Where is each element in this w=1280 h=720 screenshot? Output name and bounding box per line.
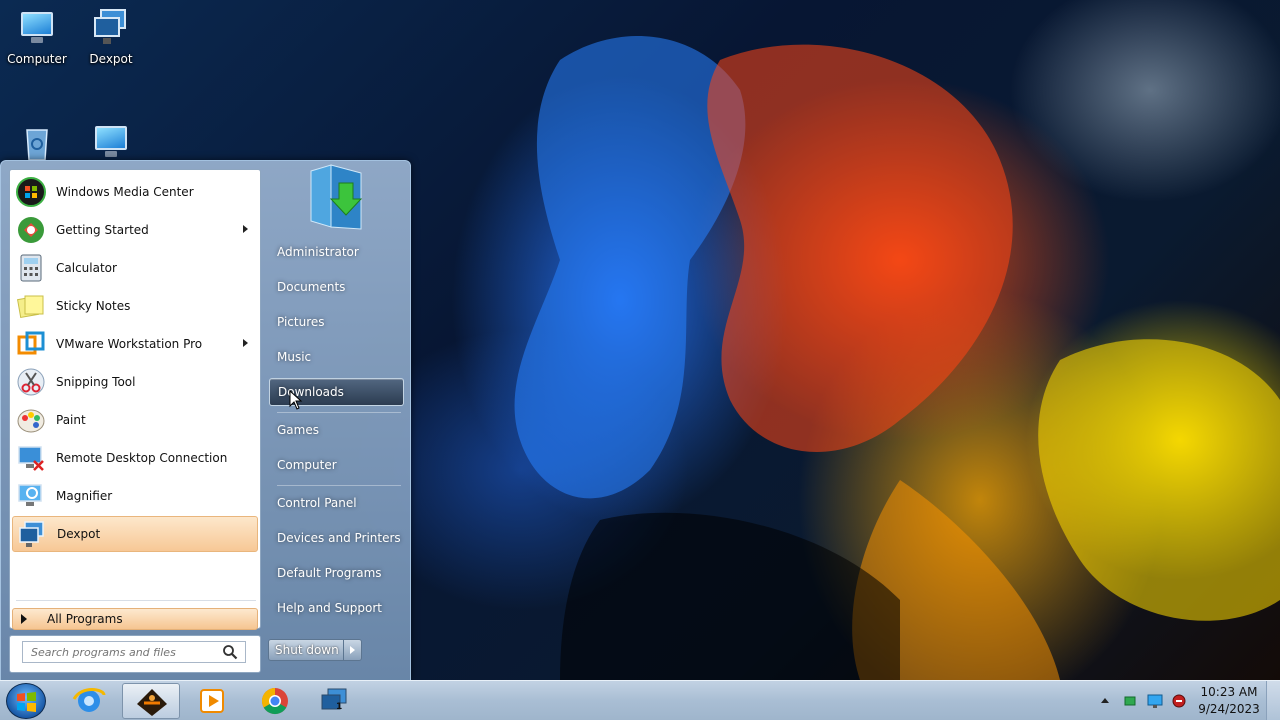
- shutdown-label: Shut down: [275, 643, 339, 657]
- start-button[interactable]: [6, 683, 46, 719]
- right-item-control-panel[interactable]: Control Panel: [269, 489, 404, 517]
- desktop-number-badge: 1: [336, 702, 343, 712]
- right-item-label: Devices and Printers: [277, 531, 401, 545]
- right-item-label: Computer: [277, 458, 337, 472]
- sticky-notes-icon: [16, 291, 46, 321]
- right-item-label: Help and Support: [277, 601, 382, 615]
- menu-separator: [277, 485, 401, 486]
- right-item-help-and-support[interactable]: Help and Support: [269, 594, 404, 622]
- program-label: Snipping Tool: [56, 375, 136, 389]
- right-item-devices-and-printers[interactable]: Devices and Printers: [269, 524, 404, 552]
- right-item-pictures[interactable]: Pictures: [269, 308, 404, 336]
- right-item-default-programs[interactable]: Default Programs: [269, 559, 404, 587]
- right-item-computer[interactable]: Computer: [269, 451, 404, 479]
- taskbar-media-player[interactable]: [184, 683, 242, 719]
- right-item-label: Pictures: [277, 315, 325, 329]
- clock-date[interactable]: 9/24/2023: [1194, 702, 1264, 716]
- program-label: Sticky Notes: [56, 299, 131, 313]
- internet-explorer-icon: [72, 688, 106, 712]
- computer-icon: [15, 8, 59, 48]
- program-label: VMware Workstation Pro: [56, 337, 203, 351]
- app-icon: [137, 689, 167, 716]
- right-item-documents[interactable]: Documents: [269, 273, 404, 301]
- desktop-icon-dexpot[interactable]: Dexpot: [75, 8, 147, 66]
- program-label: Paint: [56, 413, 86, 427]
- program-label: Calculator: [56, 261, 117, 275]
- taskbar-internet-explorer[interactable]: [60, 683, 118, 719]
- display-tray-icon[interactable]: [1147, 693, 1163, 709]
- desktop-icon-computer[interactable]: Computer: [1, 8, 73, 66]
- program-sticky-notes[interactable]: Sticky Notes: [12, 288, 258, 324]
- program-label: Getting Started: [56, 223, 149, 237]
- remote-desktop-icon: [16, 443, 46, 473]
- chrome-icon: [261, 687, 288, 715]
- program-label: Windows Media Center: [56, 185, 194, 199]
- start-menu: Windows Media Center Getting Started Cal…: [0, 160, 411, 680]
- dexpot-taskbar-icon: [321, 688, 347, 710]
- shutdown-options-button[interactable]: [343, 639, 362, 661]
- program-vmware-workstation-pro[interactable]: VMware Workstation Pro: [12, 326, 258, 362]
- media-player-icon: [200, 689, 224, 713]
- right-item-label: Documents: [277, 280, 346, 294]
- submenu-arrow-icon: [243, 339, 248, 347]
- program-windows-media-center[interactable]: Windows Media Center: [12, 174, 258, 210]
- getting-started-icon: [16, 215, 46, 245]
- recycle-bin-icon: [15, 122, 59, 162]
- all-programs-label: All Programs: [47, 612, 123, 626]
- windows-logo-icon: [17, 692, 36, 712]
- right-item-administrator[interactable]: Administrator: [269, 238, 404, 266]
- windows-media-center-icon: [16, 177, 46, 207]
- calculator-icon: [16, 253, 46, 283]
- program-calculator[interactable]: Calculator: [12, 250, 258, 286]
- right-item-label: Administrator: [277, 245, 359, 259]
- program-magnifier[interactable]: Magnifier: [12, 478, 258, 514]
- all-programs-button[interactable]: All Programs: [12, 608, 258, 630]
- clock-time[interactable]: 10:23 AM: [1194, 685, 1264, 699]
- search-area: [9, 635, 261, 673]
- program-paint[interactable]: Paint: [12, 402, 258, 438]
- mouse-cursor-icon: [289, 390, 303, 410]
- expand-arrow-icon: [21, 614, 27, 624]
- magnifier-icon: [16, 481, 46, 511]
- menu-separator: [16, 600, 256, 601]
- tray-overflow-icon[interactable]: [1101, 698, 1109, 703]
- taskbar-dexpot[interactable]: 1: [306, 683, 364, 719]
- desktop-icon-label: Dexpot: [89, 52, 133, 66]
- programs-pane: Windows Media Center Getting Started Cal…: [9, 169, 261, 630]
- taskbar-app-active[interactable]: [122, 683, 180, 719]
- program-label: Dexpot: [57, 527, 101, 541]
- right-item-label: Music: [277, 350, 312, 364]
- network-tray-icon[interactable]: [1123, 693, 1139, 709]
- right-item-music[interactable]: Music: [269, 343, 404, 371]
- right-item-label: Games: [277, 423, 319, 437]
- network-icon: [89, 122, 133, 162]
- dexpot-icon: [17, 519, 47, 549]
- right-item-label: Default Programs: [277, 566, 382, 580]
- paint-icon: [16, 405, 46, 435]
- downloads-folder-picture: [305, 161, 367, 233]
- program-label: Remote Desktop Connection: [56, 451, 228, 465]
- shutdown-button[interactable]: Shut down: [268, 639, 344, 661]
- program-getting-started[interactable]: Getting Started: [12, 212, 258, 248]
- right-item-label: Downloads: [278, 385, 344, 399]
- snipping-tool-icon: [16, 367, 46, 397]
- taskbar: 1 10:23 AM 9/24/2023: [0, 680, 1280, 720]
- desktop-icon-label: Computer: [7, 52, 67, 66]
- search-input[interactable]: [22, 641, 246, 663]
- program-remote-desktop-connection[interactable]: Remote Desktop Connection: [12, 440, 258, 476]
- taskbar-chrome[interactable]: [246, 683, 304, 719]
- program-label: Magnifier: [56, 489, 113, 503]
- dexpot-icon: [89, 8, 133, 48]
- program-snipping-tool[interactable]: Snipping Tool: [12, 364, 258, 400]
- search-icon[interactable]: [222, 644, 238, 660]
- volume-tray-icon[interactable]: [1171, 693, 1187, 709]
- program-dexpot[interactable]: Dexpot: [12, 516, 258, 552]
- right-item-games[interactable]: Games: [269, 416, 404, 444]
- vmware-icon: [16, 329, 46, 359]
- right-item-label: Control Panel: [277, 496, 357, 510]
- show-desktop-button[interactable]: [1266, 681, 1280, 720]
- submenu-arrow-icon: [243, 225, 248, 233]
- menu-separator: [277, 412, 401, 413]
